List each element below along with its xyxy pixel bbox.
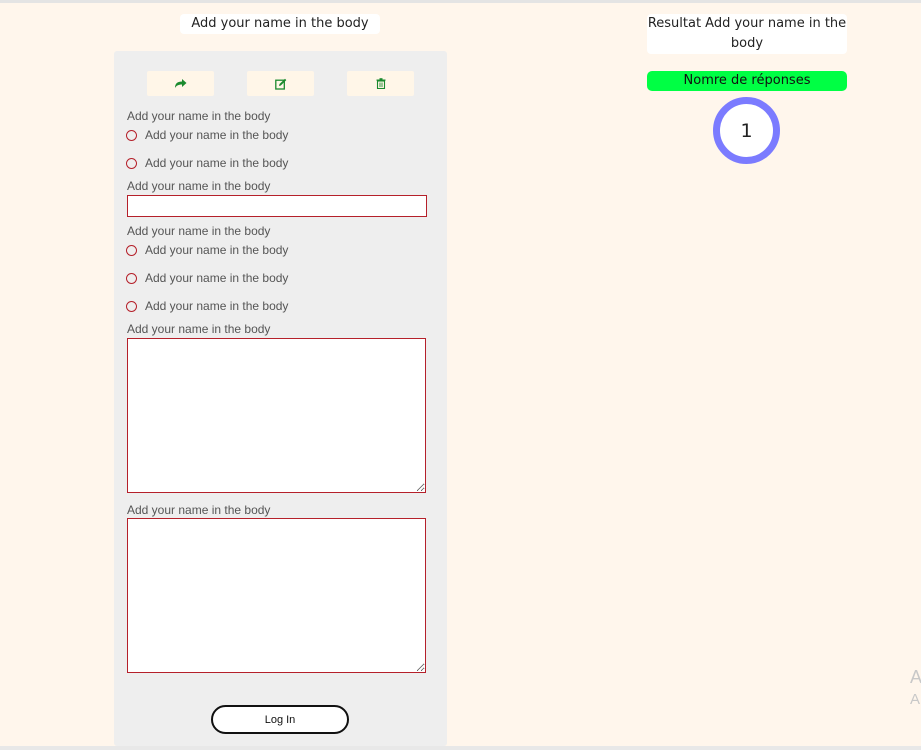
page-title: Add your name in the body: [180, 14, 380, 34]
text-answer-input[interactable]: [127, 195, 427, 217]
radio-option[interactable]: Add your name in the body: [126, 242, 288, 258]
share-button[interactable]: [147, 71, 214, 96]
radio-option-label: Add your name in the body: [145, 271, 289, 285]
radio-button[interactable]: [126, 244, 137, 256]
radio-button[interactable]: [126, 300, 137, 312]
question-label: Add your name in the body: [127, 224, 271, 238]
radio-button[interactable]: [126, 157, 137, 169]
radio-option[interactable]: Add your name in the body: [126, 270, 288, 286]
radio-option[interactable]: Add your name in the body: [126, 127, 288, 143]
question-label: Add your name in the body: [127, 179, 271, 193]
results-title: Resultat Add your name in the body: [647, 14, 847, 54]
form-card: Add your name in the body Add your name …: [114, 51, 447, 746]
trash-icon: [376, 78, 386, 89]
watermark-line-2: A: [910, 691, 921, 708]
bottom-border: [0, 746, 921, 750]
radio-button[interactable]: [126, 129, 137, 141]
login-button[interactable]: Log In: [211, 705, 349, 734]
question-label: Add your name in the body: [127, 109, 271, 123]
long-answer-textarea[interactable]: [127, 338, 426, 493]
edit-button[interactable]: [247, 71, 314, 96]
watermark-line-1: A: [910, 667, 921, 687]
delete-button[interactable]: [347, 71, 414, 96]
question-label: Add your name in the body: [127, 322, 271, 336]
response-count-value: 1: [740, 119, 753, 142]
radio-option-label: Add your name in the body: [145, 243, 289, 257]
top-border: [0, 0, 921, 3]
response-count-badge: 1: [713, 97, 780, 164]
radio-option[interactable]: Add your name in the body: [126, 298, 288, 314]
radio-option-label: Add your name in the body: [145, 156, 289, 170]
responses-count-label: Nomre de réponses: [647, 71, 847, 91]
question-label: Add your name in the body: [127, 503, 271, 517]
radio-option[interactable]: Add your name in the body: [126, 155, 288, 171]
radio-option-label: Add your name in the body: [145, 128, 289, 142]
share-icon: [174, 78, 187, 89]
edit-icon: [274, 78, 287, 90]
long-answer-textarea[interactable]: [127, 518, 426, 673]
radio-button[interactable]: [126, 272, 137, 284]
radio-option-label: Add your name in the body: [145, 299, 289, 313]
